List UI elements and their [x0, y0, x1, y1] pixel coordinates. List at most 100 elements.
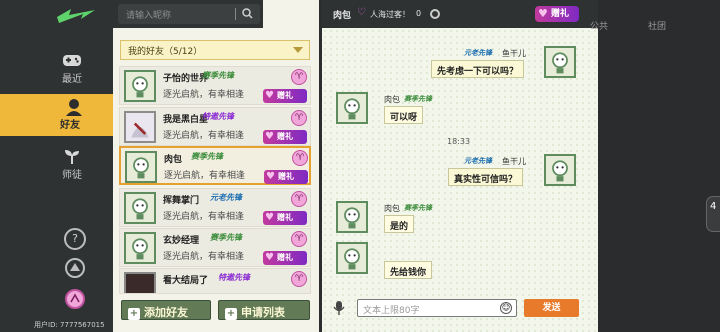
message-sender-title: 元老先锋: [464, 49, 492, 57]
friend-name: 看大结局了: [163, 276, 209, 286]
friend-row-selected[interactable]: 肉包 赛季先锋 逐光启航，有幸相逢 ♈ ♥ 赠礼: [119, 146, 311, 185]
message-bubble: 是的: [384, 215, 415, 233]
friend-row[interactable]: 子怡的世界 赛季先锋 逐光启航，有幸相逢 ♈ ♥ 赠礼: [119, 66, 311, 105]
heart-icon: ♡: [357, 7, 366, 18]
request-list-label: 申请列表: [241, 306, 285, 319]
gift-label: 赠礼: [277, 91, 293, 100]
chat-partner-status: 人海过客！: [370, 10, 410, 19]
send-button[interactable]: 发送: [524, 299, 579, 317]
avatar: [125, 151, 157, 183]
gift-label: 赠礼: [278, 172, 294, 181]
avatar: [124, 272, 156, 293]
gift-button[interactable]: ♥ 赠礼: [263, 130, 307, 144]
emblem-icon: ♈: [291, 69, 307, 85]
nav-label-friends: 好友: [60, 120, 80, 131]
heart-icon: ♥: [265, 90, 274, 101]
friend-row[interactable]: 玄妙经理 赛季先锋 逐光启航，有幸相逢 ♈ ♥ 赠礼: [119, 228, 311, 267]
user-id-label: 用户ID: 7777567015: [34, 321, 105, 329]
heart-icon: ♥: [265, 131, 274, 142]
side-badge-number: 4: [710, 201, 717, 212]
message-sender-title: 赛季先锋: [404, 95, 432, 103]
add-friend-label: 添加好友: [144, 306, 188, 319]
friend-title: 元老先锋: [210, 193, 242, 202]
gift-label: 赠礼: [277, 213, 293, 222]
friend-signature: 逐光启航，有幸相逢: [163, 90, 245, 100]
emoji-icon[interactable]: ☺: [500, 302, 512, 314]
friend-row[interactable]: 看大结局了 特邀先锋 ♈: [119, 268, 311, 294]
chat-intimacy-count: 0: [416, 9, 422, 18]
message-bubble: 先考虑一下可以吗？: [431, 60, 525, 78]
chat-gift-button[interactable]: ♥ 赠礼: [535, 6, 579, 22]
avatar: [544, 154, 576, 186]
chat-message-input[interactable]: 文本上限80字: [357, 299, 517, 317]
emblem-icon: ♈: [291, 191, 307, 207]
search-placeholder: 请输入昵称: [126, 11, 172, 21]
nav-label-mentor: 师徒: [62, 170, 82, 181]
friend-signature: 逐光启航，有幸相逢: [163, 131, 245, 141]
chat-partner-name: 肉包: [333, 11, 352, 21]
nav-label-recent: 最近: [62, 74, 82, 85]
avatar: [124, 111, 156, 143]
microphone-icon[interactable]: [333, 301, 345, 315]
friend-name: 玄妙经理: [163, 236, 200, 246]
friend-row[interactable]: 挥舞掌门 元老先锋 逐光启航，有幸相逢 ♈ ♥ 赠礼: [119, 188, 311, 227]
heart-icon: ♥: [265, 252, 274, 263]
friend-title: 特邀先锋: [218, 273, 250, 282]
friend-signature: 逐光启航，有幸相逢: [164, 171, 246, 181]
nav-item-mentor[interactable]: 师徒: [42, 148, 102, 188]
message-sender-title: 赛季先锋: [404, 204, 432, 212]
emblem-icon: ♈: [291, 110, 307, 126]
friend-signature: 逐光启航，有幸相逢: [163, 252, 245, 262]
sprout-icon: [65, 150, 79, 164]
avatar: [544, 46, 576, 78]
friend-title: 赛季先锋: [202, 71, 234, 80]
friend-title: 特邀先锋: [202, 112, 234, 121]
message-bubble: 可以呀: [384, 106, 424, 124]
tab-public[interactable]: 公共: [590, 19, 608, 32]
emblem-icon: ♈: [291, 271, 307, 287]
add-friend-button[interactable]: + 添加好友: [121, 300, 211, 320]
avatar: [336, 242, 368, 274]
gift-button[interactable]: ♥ 赠礼: [263, 251, 307, 265]
friend-name: 肉包: [164, 155, 183, 165]
friend-title: 赛季先锋: [191, 152, 223, 161]
message-bubble: 真实性可信吗？: [448, 168, 524, 186]
avatar: [124, 70, 156, 102]
gift-label: 赠礼: [277, 132, 293, 141]
message-sender-name: 鱼干儿: [502, 157, 526, 166]
help-icon[interactable]: ?: [64, 228, 86, 250]
gift-button[interactable]: ♥ 赠礼: [263, 89, 307, 103]
gift-label: 赠礼: [277, 253, 293, 262]
right-strip: [598, 0, 720, 332]
heart-icon: ♥: [265, 212, 274, 223]
friend-group-label: 我的好友（5/12）: [128, 47, 203, 57]
emblem-icon[interactable]: [64, 288, 86, 310]
tab-club[interactable]: 社团: [648, 19, 666, 32]
message-sender-title: 元老先锋: [464, 157, 492, 165]
request-list-button[interactable]: + 申请列表: [218, 300, 310, 320]
gift-button[interactable]: ♥ 赠礼: [263, 211, 307, 225]
heart-icon: ♥: [538, 7, 548, 20]
gift-button[interactable]: ♥ 赠礼: [264, 170, 308, 184]
settings-badge-icon[interactable]: [64, 257, 86, 279]
heart-icon: ♥: [266, 171, 275, 182]
avatar: [336, 92, 368, 124]
game-controller-icon: [63, 55, 81, 66]
message-timestamp: 18:33: [447, 137, 471, 146]
plus-icon: +: [225, 308, 237, 320]
friend-row[interactable]: 我是黑白星 特邀先锋 逐光启航，有幸相逢 ♈ ♥ 赠礼: [119, 107, 311, 146]
friend-title: 赛季先锋: [210, 233, 242, 242]
plus-icon: +: [128, 308, 140, 320]
search-input[interactable]: 请输入昵称: [118, 4, 260, 24]
nav-item-friends[interactable]: 好友: [0, 94, 128, 136]
search-icon[interactable]: [242, 8, 253, 19]
friend-group-header[interactable]: 我的好友（5/12）: [120, 40, 310, 60]
side-badge[interactable]: 4: [706, 196, 720, 232]
message-bubble: 先给钱你: [384, 261, 433, 279]
message-sender-name: 肉包: [384, 204, 400, 213]
chat-gift-label: 赠礼: [551, 9, 570, 19]
emblem-icon: ♈: [291, 231, 307, 247]
nav-item-recent[interactable]: 最近: [42, 52, 102, 92]
avatar: [124, 232, 156, 264]
app-root: 最近 好友 师徒 ? 用户ID: 7777567015 请输入昵称 我的好友（5…: [0, 0, 720, 332]
